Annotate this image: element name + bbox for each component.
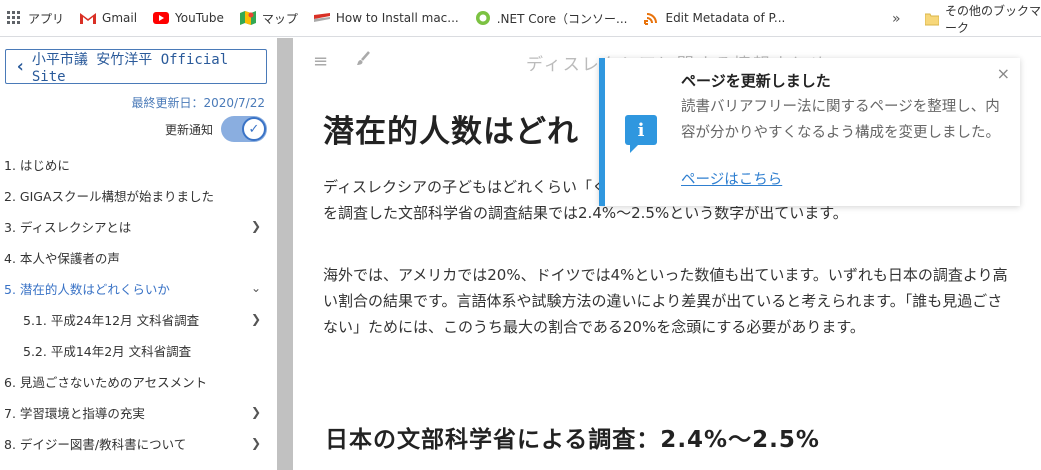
chevron-right-icon[interactable]: ❯ [251, 312, 261, 326]
back-to-site-button[interactable]: ‹ 小平市議 安竹洋平 Official Site [5, 49, 267, 85]
bookmark-edit-metadata[interactable]: Edit Metadata of P... [643, 0, 785, 37]
last-updated-date: 最終更新日：2020/7/22 [131, 96, 265, 110]
bookmark-label: How to Install mac... [335, 11, 459, 25]
bookmarks-bar: アプリ Gmail YouTube マップ How to Install mac… [0, 0, 1041, 37]
menu-icon[interactable]: ≡ [313, 51, 328, 72]
other-bookmarks-folder[interactable]: その他のブックマーク [925, 0, 1041, 37]
update-notification-toggle[interactable]: ✓ [221, 116, 267, 142]
bookmark-label: アプリ [28, 11, 65, 26]
toc-item-label: 7. 学習環境と指導の充実 [4, 406, 145, 421]
other-bookmarks-label: その他のブックマーク [945, 3, 1041, 35]
subsection-title: 日本の文部科学省による調査：2.4%～2.5% [325, 427, 820, 453]
chevron-right-icon[interactable]: ❯ [251, 436, 261, 450]
bookmark-label: .NET Core（コンソー... [496, 11, 628, 26]
bookmark-label: Gmail [102, 11, 138, 25]
chevron-down-icon[interactable]: ⌄ [251, 281, 261, 295]
bookmark-youtube[interactable]: YouTube [153, 0, 224, 37]
checkmark-icon: ✓ [242, 117, 266, 141]
bookmark-favicon-icon [313, 10, 330, 26]
toc-item-label: 6. 見過ごさないためのアセスメント [4, 375, 208, 390]
bookmark-install-mac[interactable]: How to Install mac... [313, 0, 459, 37]
bookmark-label: Edit Metadata of P... [665, 11, 786, 25]
info-icon: i [625, 115, 657, 153]
table-of-contents: 1. はじめに 2. GIGAスクール構想が始まりました 3. ディスレクシアと… [0, 149, 277, 459]
toc-item[interactable]: 2. GIGAスクール構想が始まりました [0, 180, 277, 211]
toc-item[interactable]: 1. はじめに [0, 149, 277, 180]
update-toast: i ページを更新しました × 読書バリアフリー法に関するページを整理し、内容が分… [599, 58, 1020, 206]
chevron-right-icon[interactable]: ❯ [251, 405, 261, 419]
toc-item-label: 5.1. 平成24年12月 文科省調査 [23, 313, 200, 328]
close-icon[interactable]: × [997, 64, 1010, 83]
bookmark-favicon-icon [475, 10, 491, 26]
section-title: 潜在的人数はどれ [323, 114, 579, 150]
bookmark-gmail[interactable]: Gmail [80, 0, 137, 37]
toc-item-active[interactable]: 5. 潜在的人数はどれくらいか ⌄ [0, 273, 277, 304]
bookmark-netcore[interactable]: .NET Core（コンソー... [475, 0, 628, 37]
toc-item[interactable]: 4. 本人や保護者の声 [0, 242, 277, 273]
bookmark-apps[interactable]: アプリ [6, 0, 64, 37]
chevron-left-icon: ‹ [15, 56, 26, 77]
toc-item-label: 8. デイジー図書/教科書について [4, 437, 187, 452]
paragraph: 海外では、アメリカでは20%、ドイツでは4%といった数値も出ています。いずれも日… [323, 266, 1008, 336]
update-notification-label: 更新通知 [164, 122, 213, 137]
toc-item-label: 5.2. 平成14年2月 文科省調査 [23, 344, 192, 359]
toc-item[interactable]: 3. ディスレクシアとは ❯ [0, 211, 277, 242]
toc-item[interactable]: 6. 見過ごさないためのアセスメント [0, 366, 277, 397]
bookmark-maps[interactable]: マップ [239, 0, 298, 37]
toast-message: 読書バリアフリー法に関するページを整理し、内容が分かりやすくなるよう構成を変更し… [681, 99, 1000, 141]
bookmark-label: YouTube [175, 11, 224, 25]
toc-item-label: 5. 潜在的人数はどれくらいか [4, 282, 170, 297]
update-notification-control: 更新通知 ✓ [165, 116, 267, 142]
toc-item-label: 3. ディスレクシアとは [4, 220, 132, 235]
folder-icon [925, 12, 939, 26]
gmail-icon [80, 10, 97, 26]
back-to-site-label: 小平市議 安竹洋平 Official Site [31, 51, 229, 85]
apps-grid-icon [6, 10, 22, 26]
bookmarks-overflow-button[interactable]: » [892, 0, 901, 37]
sidebar-scrollbar[interactable] [277, 38, 293, 470]
toc-item-label: 1. はじめに [4, 158, 70, 173]
sidebar: ‹ 小平市議 安竹洋平 Official Site 最終更新日：2020/7/2… [0, 38, 277, 470]
toc-item[interactable]: 7. 学習環境と指導の充実 ❯ [0, 397, 277, 428]
bookmark-label: マップ [261, 11, 298, 26]
toast-page-link[interactable]: ページはこちら [681, 168, 782, 189]
maps-icon [239, 10, 256, 26]
brush-icon[interactable] [355, 51, 371, 72]
toc-subitem[interactable]: 5.2. 平成14年2月 文科省調査 [0, 335, 277, 366]
toast-title: ページを更新しました [681, 72, 831, 90]
toc-item-label: 2. GIGAスクール構想が始まりました [4, 189, 215, 204]
toc-item-label: 4. 本人や保護者の声 [4, 251, 120, 266]
chevron-right-icon[interactable]: ❯ [251, 219, 261, 233]
toc-item[interactable]: 8. デイジー図書/教科書について ❯ [0, 428, 277, 459]
youtube-icon [153, 10, 170, 26]
bookmark-favicon-icon [643, 10, 659, 26]
toc-subitem[interactable]: 5.1. 平成24年12月 文科省調査 ❯ [0, 304, 277, 335]
